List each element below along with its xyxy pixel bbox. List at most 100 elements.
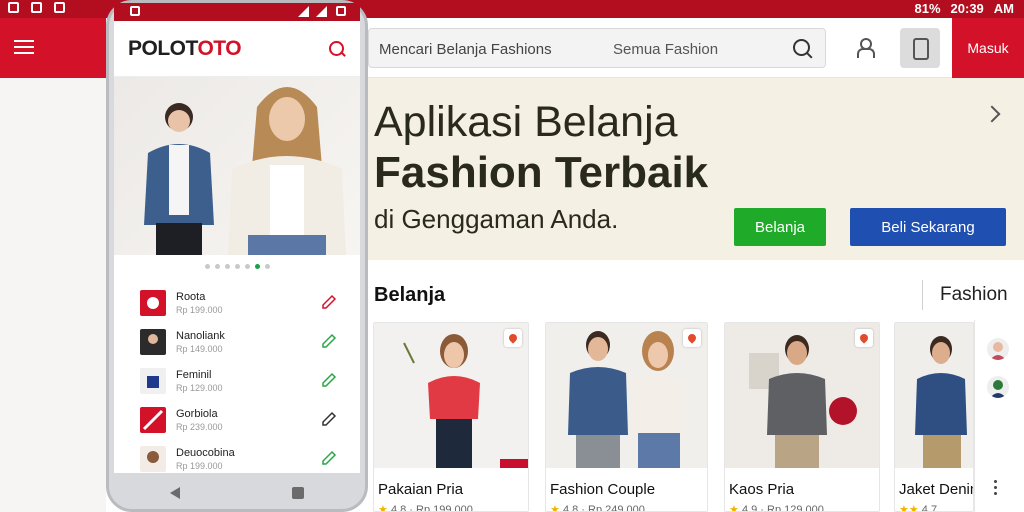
product-name: Fashion Couple	[550, 481, 656, 498]
user-icon[interactable]	[856, 38, 875, 58]
signal-icon	[298, 6, 309, 17]
product-image	[895, 323, 973, 468]
phone-product-list: Roota Rp 199.000 Nanoliank Rp 149.000 Femi…	[114, 277, 360, 473]
item-thumbnail	[140, 406, 166, 433]
notification-icons	[8, 2, 65, 13]
product-rating: 4.8	[562, 504, 579, 512]
chevron-right-icon[interactable]	[983, 105, 1001, 123]
status-right: 81% 20:39 AM	[915, 1, 1015, 16]
top-bar: Mencari Belanja Fashions Semua Fashion M…	[368, 18, 1024, 78]
product-meta: ★★ 4.7	[899, 503, 938, 512]
side-rail	[974, 320, 1024, 512]
item-price: Rp 199.000	[176, 460, 223, 471]
notification-icon	[130, 6, 140, 16]
battery-level: 81%	[914, 1, 941, 16]
edit-icon[interactable]	[320, 293, 338, 311]
logo-text: POLOT	[128, 36, 198, 60]
list-item[interactable]: Roota Rp 199.000	[140, 283, 344, 322]
category-link[interactable]: Fashion	[940, 284, 1008, 306]
model-image	[228, 87, 346, 255]
product-card[interactable]: Pakaian Pria ★ 4.8 · Rp 199.000	[373, 322, 529, 512]
item-price: Rp 149.000	[176, 343, 223, 354]
product-name: Jaket Denim	[899, 481, 973, 498]
model-image	[144, 103, 214, 255]
product-meta: ★ 4.9 · Rp 129.000	[729, 503, 824, 512]
signal-icon	[316, 6, 327, 17]
edit-icon[interactable]	[320, 449, 338, 467]
product-name: Kaos Pria	[729, 481, 795, 498]
wishlist-badge[interactable]	[855, 329, 873, 347]
login-button[interactable]: Masuk	[952, 18, 1024, 78]
product-price: Rp 199.000	[416, 504, 473, 512]
rating-stars: ★	[378, 504, 388, 512]
logo-accent: OTO	[197, 36, 242, 60]
app-logo[interactable]: POLOTOTO	[128, 36, 242, 61]
product-card[interactable]: Jaket Denim ★★ 4.7	[894, 322, 974, 512]
avatar[interactable]	[987, 338, 1009, 360]
item-title: Gorbiola	[176, 407, 218, 420]
phone-mockup: POLOTOTO Roota Rp 199.000 Nanoliank Rp 1…	[106, 0, 368, 512]
menu-icon[interactable]	[14, 40, 34, 54]
item-thumbnail	[140, 445, 166, 472]
item-thumbnail	[140, 289, 166, 316]
list-item[interactable]: Deuocobina Rp 199.000	[140, 439, 344, 473]
search-hint: Semua Fashion	[613, 41, 719, 58]
product-price: Rp 129.000	[767, 504, 824, 512]
search-icon[interactable]	[328, 40, 346, 58]
list-item[interactable]: Feminil Rp 129.000	[140, 361, 344, 400]
notification-icon	[54, 2, 65, 13]
product-rating: 4.9	[741, 504, 758, 512]
avatar[interactable]	[987, 376, 1009, 398]
item-title: Nanoliank	[176, 329, 225, 342]
list-item[interactable]: Gorbiola Rp 239.000	[140, 400, 344, 439]
section-title: Belanja	[374, 284, 446, 306]
product-rating: 4.7	[921, 504, 938, 512]
search-placeholder: Mencari Belanja Fashions	[379, 41, 552, 58]
product-meta: ★ 4.8 · Rp 249.000	[550, 503, 645, 512]
product-card[interactable]: Fashion Couple ★ 4.8 · Rp 249.000	[545, 322, 708, 512]
home-icon[interactable]	[292, 487, 304, 499]
hero-title-line1: Aplikasi Belanja	[374, 98, 678, 146]
clock-suffix: AM	[993, 1, 1014, 16]
product-image	[725, 323, 879, 468]
wishlist-badge[interactable]	[504, 329, 522, 347]
edit-icon[interactable]	[320, 332, 338, 350]
divider	[922, 280, 923, 310]
bag-icon[interactable]	[900, 28, 940, 68]
left-panel	[0, 78, 106, 512]
phone-nav-bar	[114, 475, 360, 511]
search-input[interactable]: Mencari Belanja Fashions Semua Fashion	[368, 28, 826, 68]
item-price: Rp 129.000	[176, 382, 223, 393]
edit-icon[interactable]	[320, 371, 338, 389]
rating-stars: ★	[729, 504, 739, 512]
more-icon[interactable]	[994, 480, 998, 502]
back-icon[interactable]	[170, 487, 180, 499]
phone-header: POLOTOTO	[114, 21, 360, 77]
item-thumbnail	[140, 328, 166, 355]
product-name: Pakaian Pria	[378, 481, 464, 498]
phone-banner-image[interactable]	[114, 77, 360, 255]
item-title: Feminil	[176, 368, 212, 381]
carousel-dots[interactable]	[114, 255, 360, 277]
product-card[interactable]: Kaos Pria ★ 4.9 · Rp 129.000	[724, 322, 880, 512]
item-price: Rp 199.000	[176, 304, 223, 315]
edit-icon[interactable]	[320, 410, 338, 428]
item-title: Roota	[176, 290, 206, 303]
list-item[interactable]: Nanoliank Rp 149.000	[140, 322, 344, 361]
item-price: Rp 239.000	[176, 421, 223, 432]
product-image	[374, 323, 528, 468]
product-rating: 4.8	[390, 504, 407, 512]
phone-screen: POLOTOTO Roota Rp 199.000 Nanoliank Rp 1…	[114, 3, 360, 473]
buy-now-button[interactable]: Beli Sekarang	[850, 208, 1006, 246]
hero-title-line2: Fashion Terbaik	[374, 148, 709, 197]
hero-subtitle: di Genggaman Anda.	[374, 204, 619, 234]
wishlist-badge[interactable]	[683, 329, 701, 347]
product-price: Rp 249.000	[588, 504, 645, 512]
search-icon[interactable]	[793, 39, 813, 59]
clock: 20:39	[950, 1, 984, 16]
phone-status-bar	[114, 3, 360, 21]
item-thumbnail	[140, 367, 166, 394]
left-app-bar	[0, 18, 106, 78]
shop-button[interactable]: Belanja	[734, 208, 826, 246]
product-image	[546, 323, 707, 468]
